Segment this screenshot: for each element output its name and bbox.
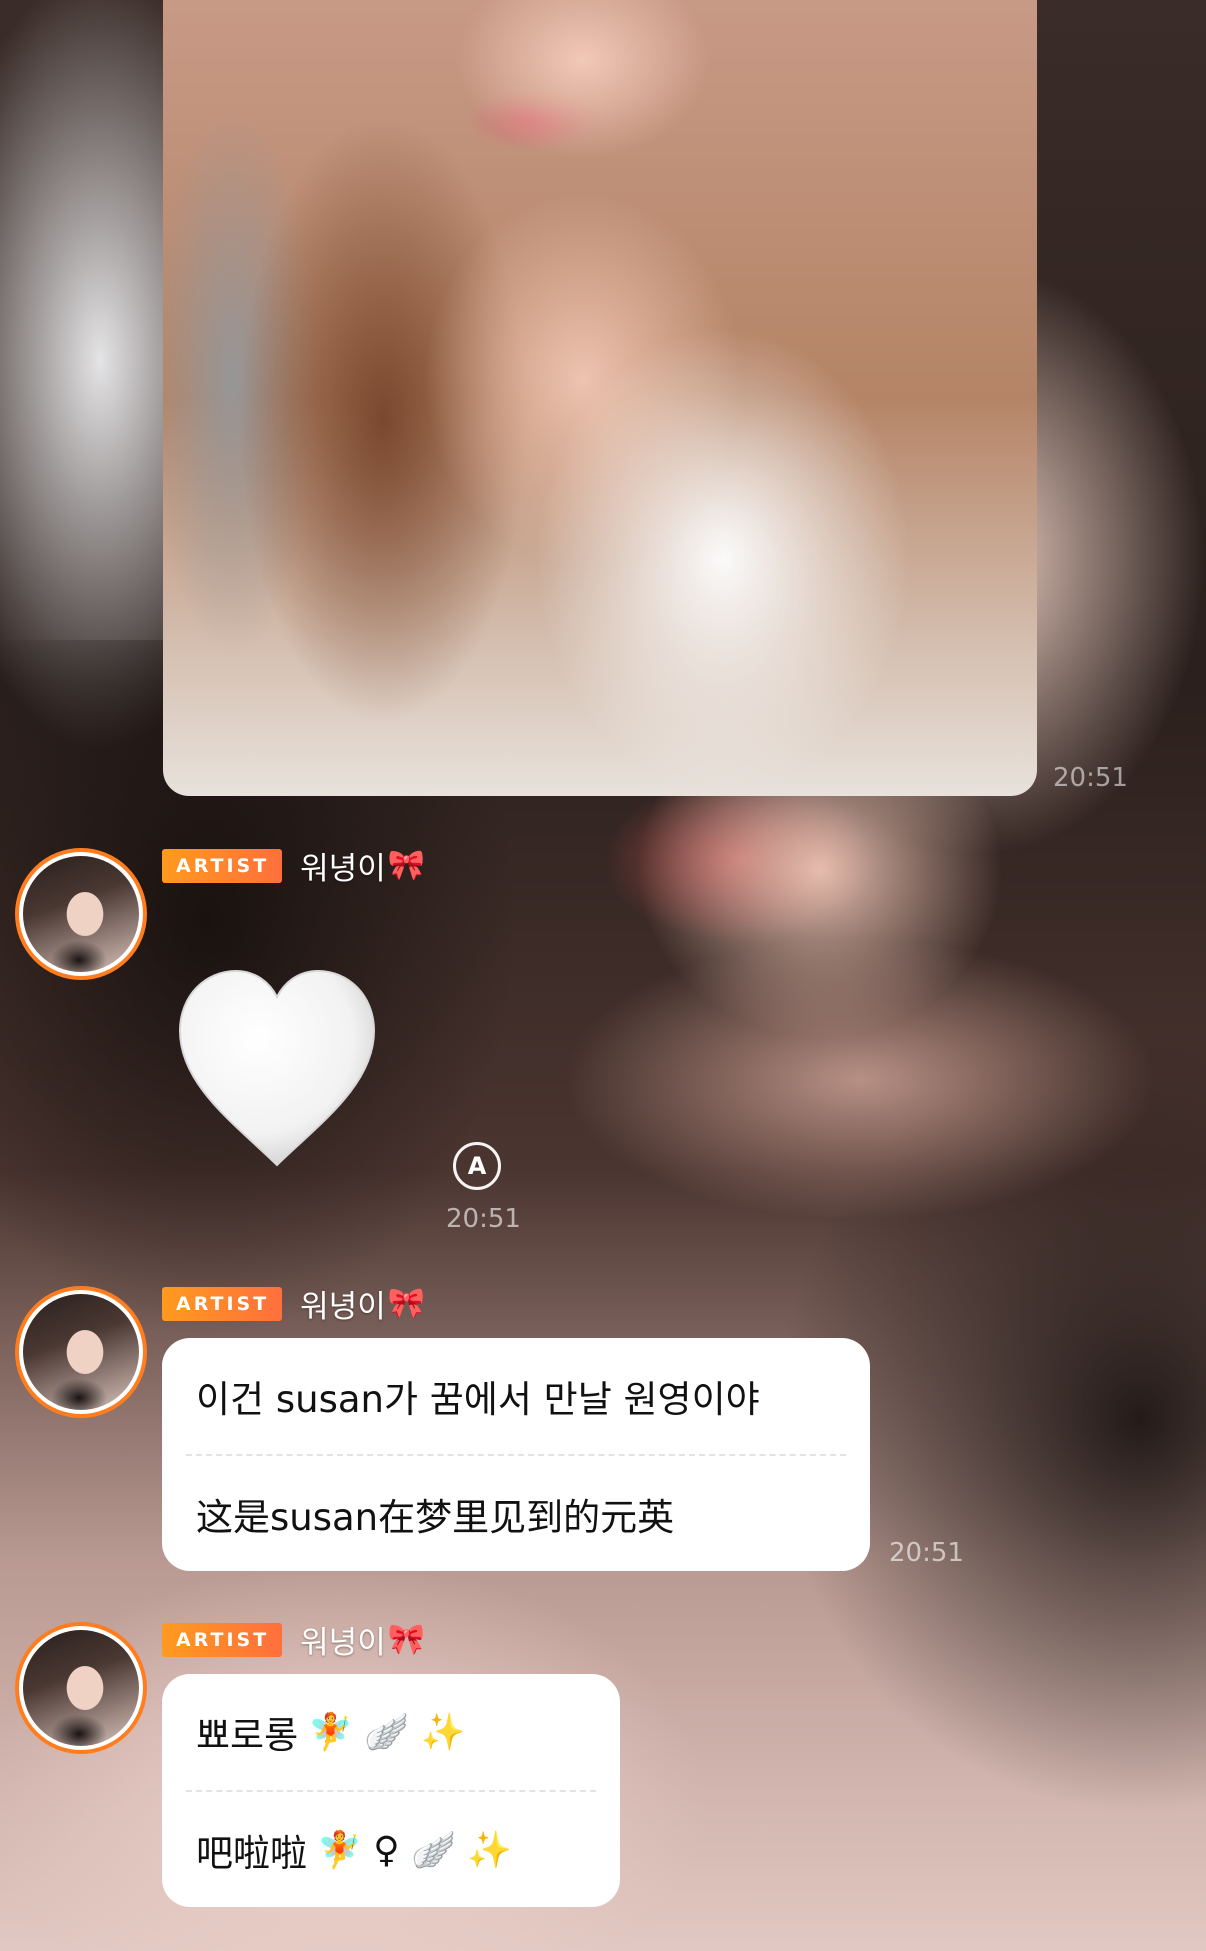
white-heart-sticker[interactable] bbox=[176, 965, 378, 1175]
artist-badge: ARTIST bbox=[162, 848, 283, 883]
message-bubble[interactable]: 이건 susan가 꿈에서 만날 원영이야 这是susan在梦里见到的元英 bbox=[162, 1338, 870, 1571]
message-time: 20:51 bbox=[446, 1204, 521, 1234]
message-bubble[interactable]: 뾰로롱 🧚 🪽 ✨ 吧啦啦 🧚 ♀ 🪽 ✨ bbox=[162, 1674, 620, 1907]
sender-avatar[interactable] bbox=[15, 1622, 147, 1754]
sender-name: 워녕이 bbox=[300, 1289, 386, 1325]
translated-text: 这是susan在梦里见到的元英 bbox=[196, 1495, 675, 1539]
ribbon-emoji: 🎀 bbox=[387, 1622, 426, 1657]
original-text: 뾰로롱 bbox=[196, 1714, 299, 1757]
avatar-image bbox=[23, 1630, 139, 1746]
avatar-image bbox=[23, 1294, 139, 1410]
message-time: 20:51 bbox=[889, 1538, 964, 1568]
photo-message[interactable] bbox=[163, 0, 1037, 796]
photo-message-time: 20:51 bbox=[1053, 763, 1128, 793]
sender-name: 워녕이 bbox=[300, 1625, 386, 1661]
ribbon-emoji: 🎀 bbox=[387, 1286, 426, 1321]
sender-name-row: ARTIST 워녕이 🎀 bbox=[162, 1281, 425, 1326]
fairy-wing-sparkles-emoji: 🧚 ♀ 🪽 ✨ bbox=[317, 1829, 513, 1871]
artist-badge: ARTIST bbox=[162, 1286, 283, 1321]
auto-translate-icon[interactable]: A bbox=[453, 1142, 501, 1190]
sender-avatar[interactable] bbox=[15, 1286, 147, 1418]
sender-avatar[interactable] bbox=[15, 848, 147, 980]
artist-badge: ARTIST bbox=[162, 1622, 283, 1657]
avatar-image bbox=[23, 856, 139, 972]
sender-name: 워녕이 bbox=[300, 851, 386, 887]
sender-name-row: ARTIST 워녕이 🎀 bbox=[162, 1617, 425, 1662]
translated-text: 吧啦啦 bbox=[196, 1831, 307, 1875]
original-text: 이건 susan가 꿈에서 만날 원영이야 bbox=[196, 1378, 760, 1421]
original-line: 뾰로롱 🧚 🪽 ✨ bbox=[162, 1674, 620, 1790]
fairy-wing-sparkles-emoji: 🧚 🪽 ✨ bbox=[308, 1712, 466, 1753]
ribbon-emoji: 🎀 bbox=[387, 848, 426, 883]
sender-name-row: ARTIST 워녕이 🎀 bbox=[162, 843, 425, 888]
translated-line: 吧啦啦 🧚 ♀ 🪽 ✨ bbox=[162, 1792, 620, 1907]
